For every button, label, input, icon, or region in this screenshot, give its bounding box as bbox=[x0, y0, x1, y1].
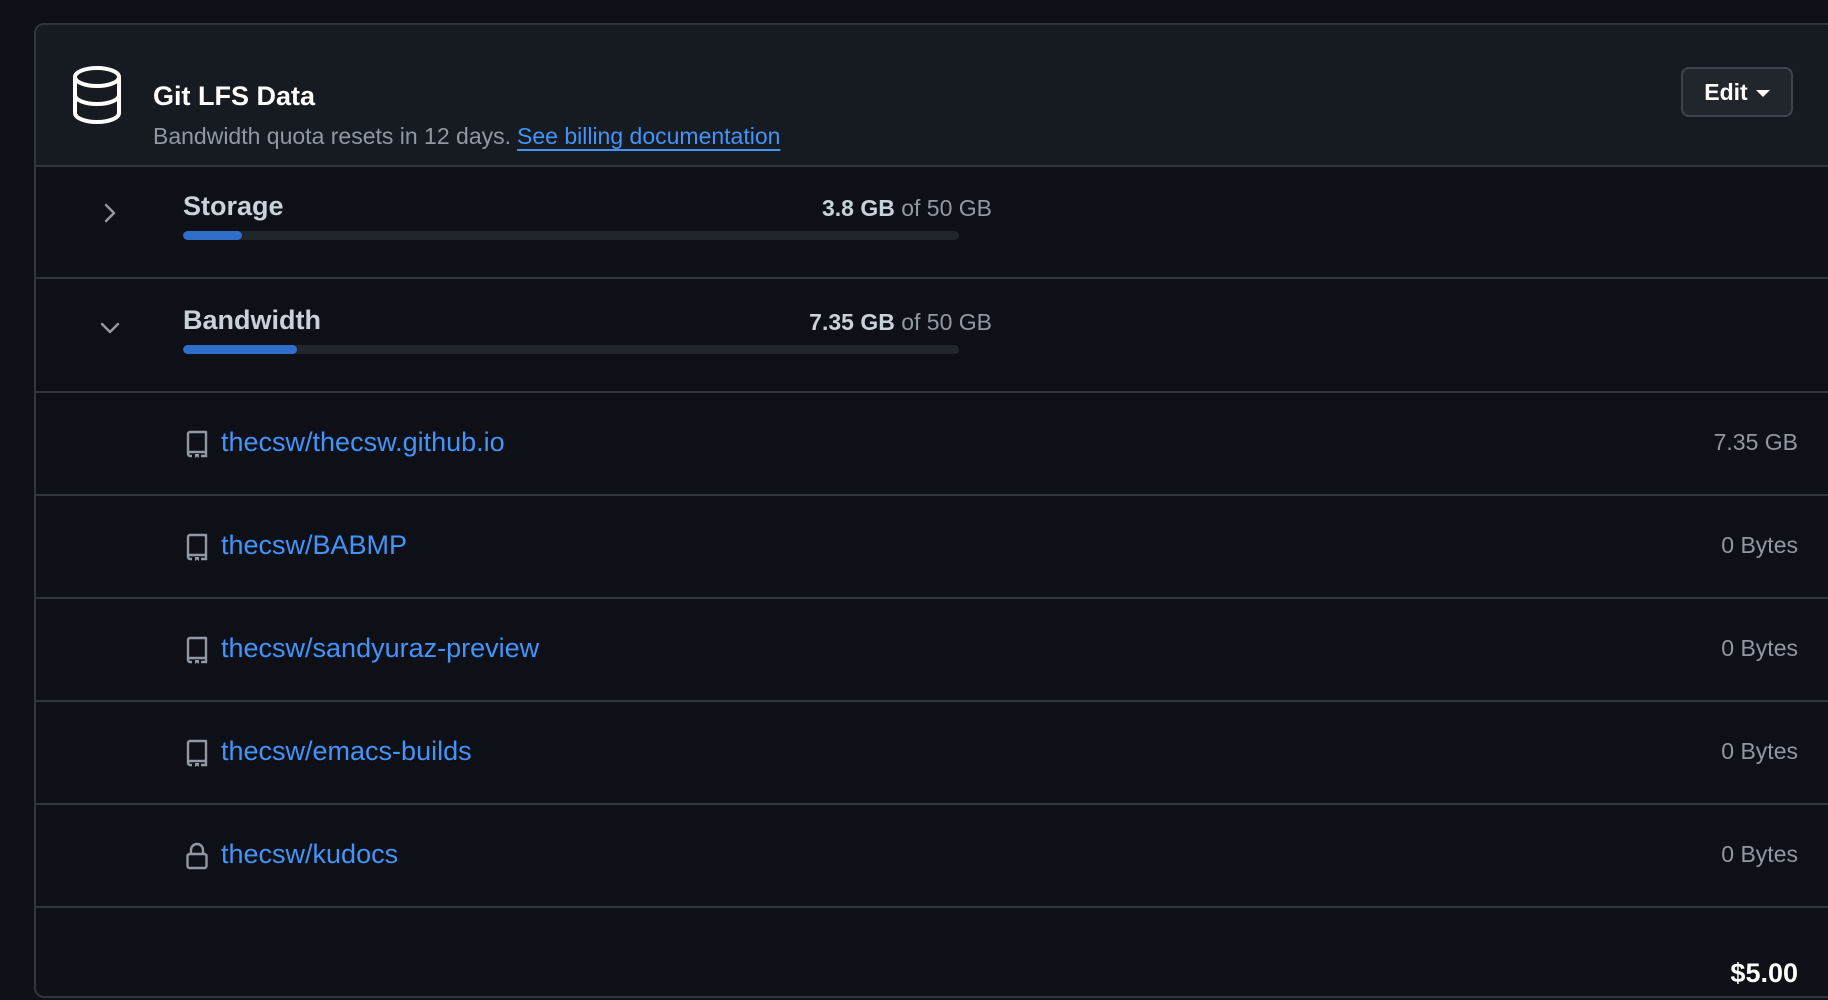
repo-row: thecsw/sandyuraz-preview 0 Bytes bbox=[36, 599, 1828, 702]
repo-size: 0 Bytes bbox=[1721, 532, 1798, 558]
storage-progress-fill bbox=[183, 231, 242, 240]
storage-progress-bar bbox=[183, 231, 959, 240]
repo-link[interactable]: thecsw/emacs-builds bbox=[221, 736, 472, 767]
repo-icon bbox=[186, 739, 208, 767]
storage-amount: 3.8 GB of 50 GB bbox=[822, 195, 992, 222]
git-lfs-panel: Git LFS Data Bandwidth quota resets in 1… bbox=[34, 23, 1828, 998]
repo-row: thecsw/kudocs 0 Bytes bbox=[36, 805, 1828, 908]
total-cost: $5.00 bbox=[1730, 958, 1798, 988]
panel-title: Git LFS Data bbox=[153, 81, 316, 111]
chevron-right-icon[interactable] bbox=[98, 201, 122, 225]
database-icon bbox=[73, 66, 121, 124]
bandwidth-label: Bandwidth bbox=[183, 305, 321, 335]
storage-row[interactable]: Storage 3.8 GB of 50 GB bbox=[36, 165, 1828, 279]
storage-used: 3.8 GB bbox=[821, 195, 895, 221]
bandwidth-limit: of 50 GB bbox=[901, 309, 992, 335]
panel-subtitle: Bandwidth quota resets in 12 days. See bi… bbox=[153, 123, 780, 150]
storage-limit: of 50 GB bbox=[901, 195, 992, 221]
repo-link[interactable]: thecsw/BABMP bbox=[221, 530, 407, 561]
panel-header: Git LFS Data Bandwidth quota resets in 1… bbox=[36, 25, 1828, 167]
billing-documentation-link[interactable]: See billing documentation bbox=[517, 123, 780, 149]
repo-size: 0 Bytes bbox=[1721, 635, 1798, 661]
caret-down-icon bbox=[1755, 89, 1770, 97]
bandwidth-progress-fill bbox=[183, 345, 298, 354]
repo-size: 0 Bytes bbox=[1721, 738, 1798, 764]
repo-size: 0 Bytes bbox=[1721, 841, 1798, 867]
bandwidth-progress-bar bbox=[183, 345, 959, 354]
repo-icon bbox=[186, 636, 208, 664]
bandwidth-row[interactable]: Bandwidth 7.35 GB of 50 GB bbox=[36, 279, 1828, 393]
repo-icon bbox=[186, 430, 208, 458]
quota-reset-text: Bandwidth quota resets in 12 days. bbox=[153, 123, 512, 149]
repo-row: thecsw/emacs-builds 0 Bytes bbox=[36, 702, 1828, 805]
repo-size: 7.35 GB bbox=[1713, 429, 1798, 455]
repo-link[interactable]: thecsw/kudocs bbox=[221, 839, 398, 870]
storage-label: Storage bbox=[183, 191, 284, 221]
edit-label: Edit bbox=[1704, 78, 1748, 105]
repo-row: thecsw/thecsw.github.io 7.35 GB bbox=[36, 393, 1828, 496]
bandwidth-used: 7.35 GB bbox=[809, 309, 895, 335]
bandwidth-amount: 7.35 GB of 50 GB bbox=[809, 309, 992, 336]
repo-row: thecsw/BABMP 0 Bytes bbox=[36, 496, 1828, 599]
edit-button[interactable]: Edit bbox=[1681, 67, 1793, 117]
repo-link[interactable]: thecsw/sandyuraz-preview bbox=[221, 633, 539, 664]
repo-icon bbox=[186, 533, 208, 561]
repo-link[interactable]: thecsw/thecsw.github.io bbox=[221, 427, 505, 458]
chevron-down-icon[interactable] bbox=[98, 316, 122, 340]
lock-icon bbox=[186, 842, 208, 870]
